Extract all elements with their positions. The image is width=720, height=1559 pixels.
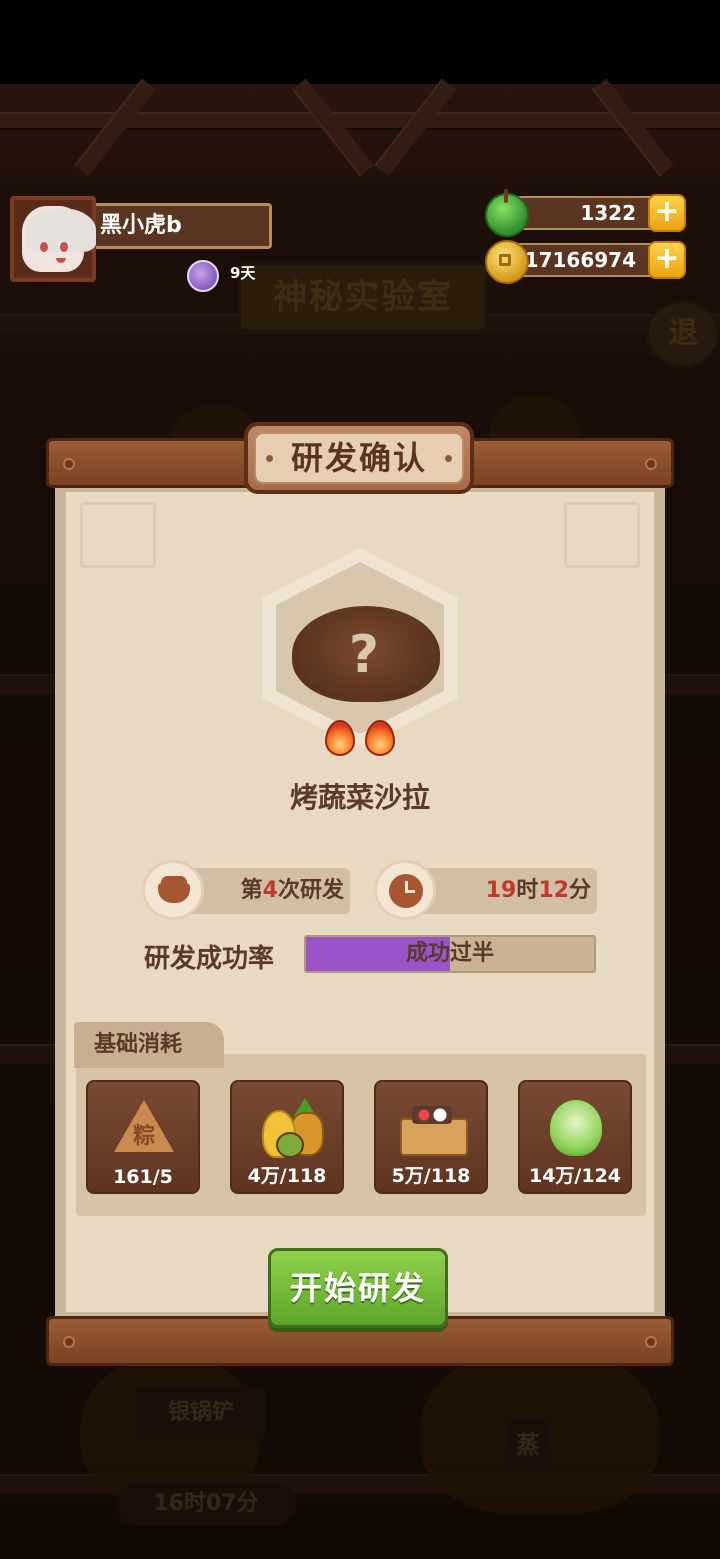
cost-item[interactable]: 粽 161/5	[86, 1080, 200, 1194]
success-rate-label: 研发成功率	[144, 944, 275, 974]
kiwi-icon	[276, 1132, 304, 1158]
success-rate-bar: 成功过半	[304, 935, 596, 973]
vip-days: 9天	[230, 264, 256, 282]
cabbage-icon	[550, 1100, 602, 1156]
vip-icon[interactable]	[187, 260, 219, 292]
cost-item[interactable]: 14万/124	[518, 1080, 632, 1194]
cost-item[interactable]: 4万/118	[230, 1080, 344, 1194]
flame-icon	[365, 720, 395, 756]
ingredient-box-contents	[412, 1106, 452, 1124]
player-name: 黑小虎b	[96, 203, 272, 249]
dialog-title-plate: 研发确认	[244, 422, 474, 494]
nail-icon	[63, 1336, 75, 1348]
attempt-suffix: 次研发	[277, 878, 344, 903]
clock-face	[389, 874, 423, 908]
cost-item-count: 161/5	[113, 1166, 173, 1188]
dish-name: 烤蔬菜沙拉	[289, 781, 430, 814]
jade-icon	[485, 189, 529, 237]
pot-icon	[142, 860, 204, 920]
avatar-mouth	[56, 258, 66, 263]
avatar-eye	[40, 242, 48, 252]
nail-icon	[645, 458, 657, 470]
title-dot	[445, 455, 452, 462]
cost-item[interactable]: 5万/118	[374, 1080, 488, 1194]
corner-ornament	[564, 502, 640, 568]
nail-icon	[645, 1336, 657, 1348]
nail-icon	[63, 458, 75, 470]
time-hours-unit: 时	[516, 878, 539, 903]
zongzi-mark: 粽	[132, 1124, 155, 1149]
time-minutes-unit: 分	[568, 878, 591, 903]
coin-hole	[499, 254, 511, 266]
cost-title: 基础消耗	[74, 1022, 224, 1068]
time-minutes: 12	[538, 878, 569, 903]
success-rate-text: 成功过半	[405, 941, 494, 966]
clock-hand	[405, 890, 415, 893]
title-dot	[266, 455, 273, 462]
clock-icon	[374, 860, 436, 920]
cost-item-count: 14万/124	[528, 1165, 622, 1187]
time-hours: 19	[485, 878, 517, 903]
avatar-face	[22, 206, 96, 272]
corner-ornament	[80, 502, 156, 568]
attempt-number: 4	[262, 878, 278, 903]
pot-body	[158, 883, 190, 903]
avatar-eye	[60, 242, 68, 252]
add-coins-button[interactable]: +	[648, 241, 686, 279]
start-research-button[interactable]: 开始研发	[268, 1248, 448, 1328]
avatar[interactable]	[10, 196, 96, 282]
attempt-prefix: 第	[240, 878, 263, 903]
coin-icon	[485, 240, 529, 284]
question-mark-icon: ?	[348, 625, 380, 685]
cost-item-count: 5万/118	[391, 1165, 471, 1187]
flame-icon	[325, 720, 355, 756]
cost-item-count: 4万/118	[247, 1165, 327, 1187]
dialog-title: 研发确认	[254, 432, 464, 484]
jade-stem	[504, 189, 508, 203]
app-root: { "player": { "name": "黑小虎b", "vip_days"…	[0, 0, 720, 1559]
add-jade-button[interactable]: +	[648, 194, 686, 232]
